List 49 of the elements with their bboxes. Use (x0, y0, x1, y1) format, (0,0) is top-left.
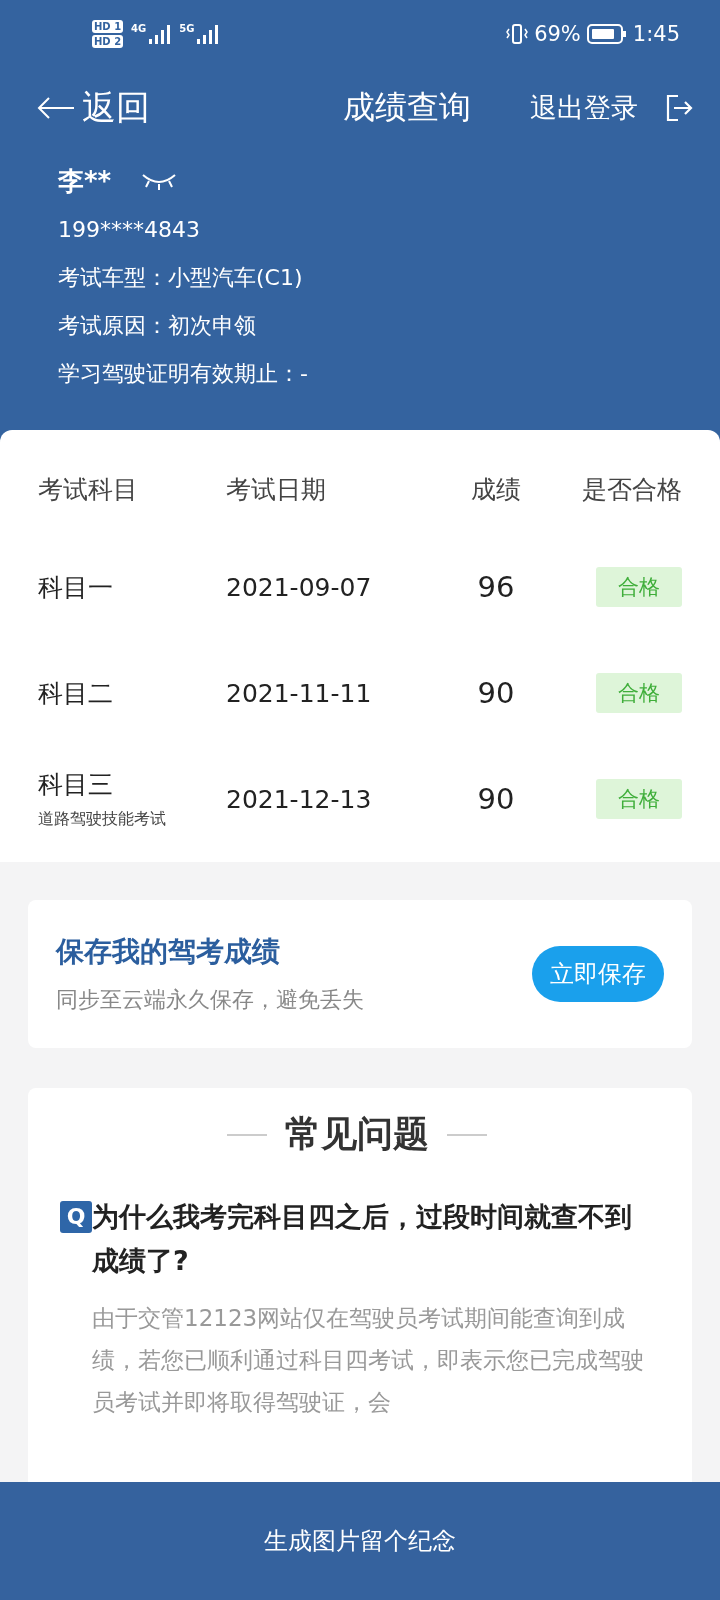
result-tag: 合格 (596, 673, 682, 713)
phone-number: 199****4843 (58, 216, 201, 244)
battery-icon (586, 23, 627, 45)
table-cell-text: 科目一 (38, 571, 114, 604)
network-label: 5G (179, 23, 195, 34)
user-name: 李** (58, 164, 112, 198)
column-header: 考试科目 (38, 473, 139, 506)
question-text: 为什么我考完科目四之后，过段时间就查不到成绩了? (92, 1200, 633, 1278)
save-title: 保存我的驾考成绩 (56, 934, 281, 970)
info-value: 初次申领 (168, 312, 256, 340)
closed-eye-icon[interactable] (141, 171, 178, 191)
faq-title: 常见问题 (285, 1112, 429, 1156)
table-cell-text: 90 (476, 782, 516, 816)
column-header: 是否合格 (581, 473, 682, 506)
info-value: 小型汽车(C1) (168, 264, 303, 292)
back-button[interactable]: 返回 (36, 85, 236, 131)
info-label: 考试原因： (58, 312, 168, 340)
result-tag: 合格 (596, 779, 682, 819)
result-tag: 合格 (596, 567, 682, 607)
logout-icon[interactable] (664, 93, 694, 123)
info-label: 学习驾驶证明有效期止： (58, 360, 300, 388)
column-header: 成绩 (470, 473, 522, 506)
back-arrow-icon (36, 96, 76, 120)
table-cell-note: 道路驾驶技能考试 (38, 809, 167, 830)
sim-label: HD 1 (92, 20, 124, 33)
save-subtitle: 同步至云端永久保存，避免丢失 (56, 986, 365, 1014)
table-cell-text: 90 (476, 676, 516, 710)
info-label: 考试车型： (58, 264, 168, 292)
column-header: 考试日期 (226, 473, 327, 506)
clock: 1:45 (632, 22, 680, 46)
table-cell-text: 2021-09-07 (226, 572, 373, 602)
table-cell-text: 96 (476, 570, 516, 604)
battery-percent: 69% (534, 22, 581, 46)
vibrate-icon (506, 23, 529, 45)
page-title: 成绩查询 (342, 87, 472, 128)
question-badge: Q (60, 1201, 92, 1233)
info-value: - (300, 360, 308, 388)
signal-icon (195, 23, 220, 45)
network-label: 4G (131, 23, 147, 34)
signal-icon (147, 23, 172, 45)
generate-image-button[interactable]: 生成图片留个纪念 (0, 1482, 720, 1600)
table-cell-text: 科目三 (38, 769, 114, 801)
logout-link[interactable]: 退出登录 (530, 89, 642, 127)
table-cell-text: 2021-12-13 (226, 784, 373, 814)
back-label[interactable]: 返回 (82, 85, 150, 131)
table-cell-text: 2021-11-11 (226, 678, 373, 708)
answer-text: 由于交管12123网站仅在驾驶员考试期间能查询到成绩，若您已顺利通过科目四考试，即表示您已完成驾驶员考试并即将取得驾驶证，会 (92, 1304, 645, 1417)
table-cell-text: 科目二 (38, 677, 114, 710)
sim-label: HD 2 (92, 35, 124, 48)
